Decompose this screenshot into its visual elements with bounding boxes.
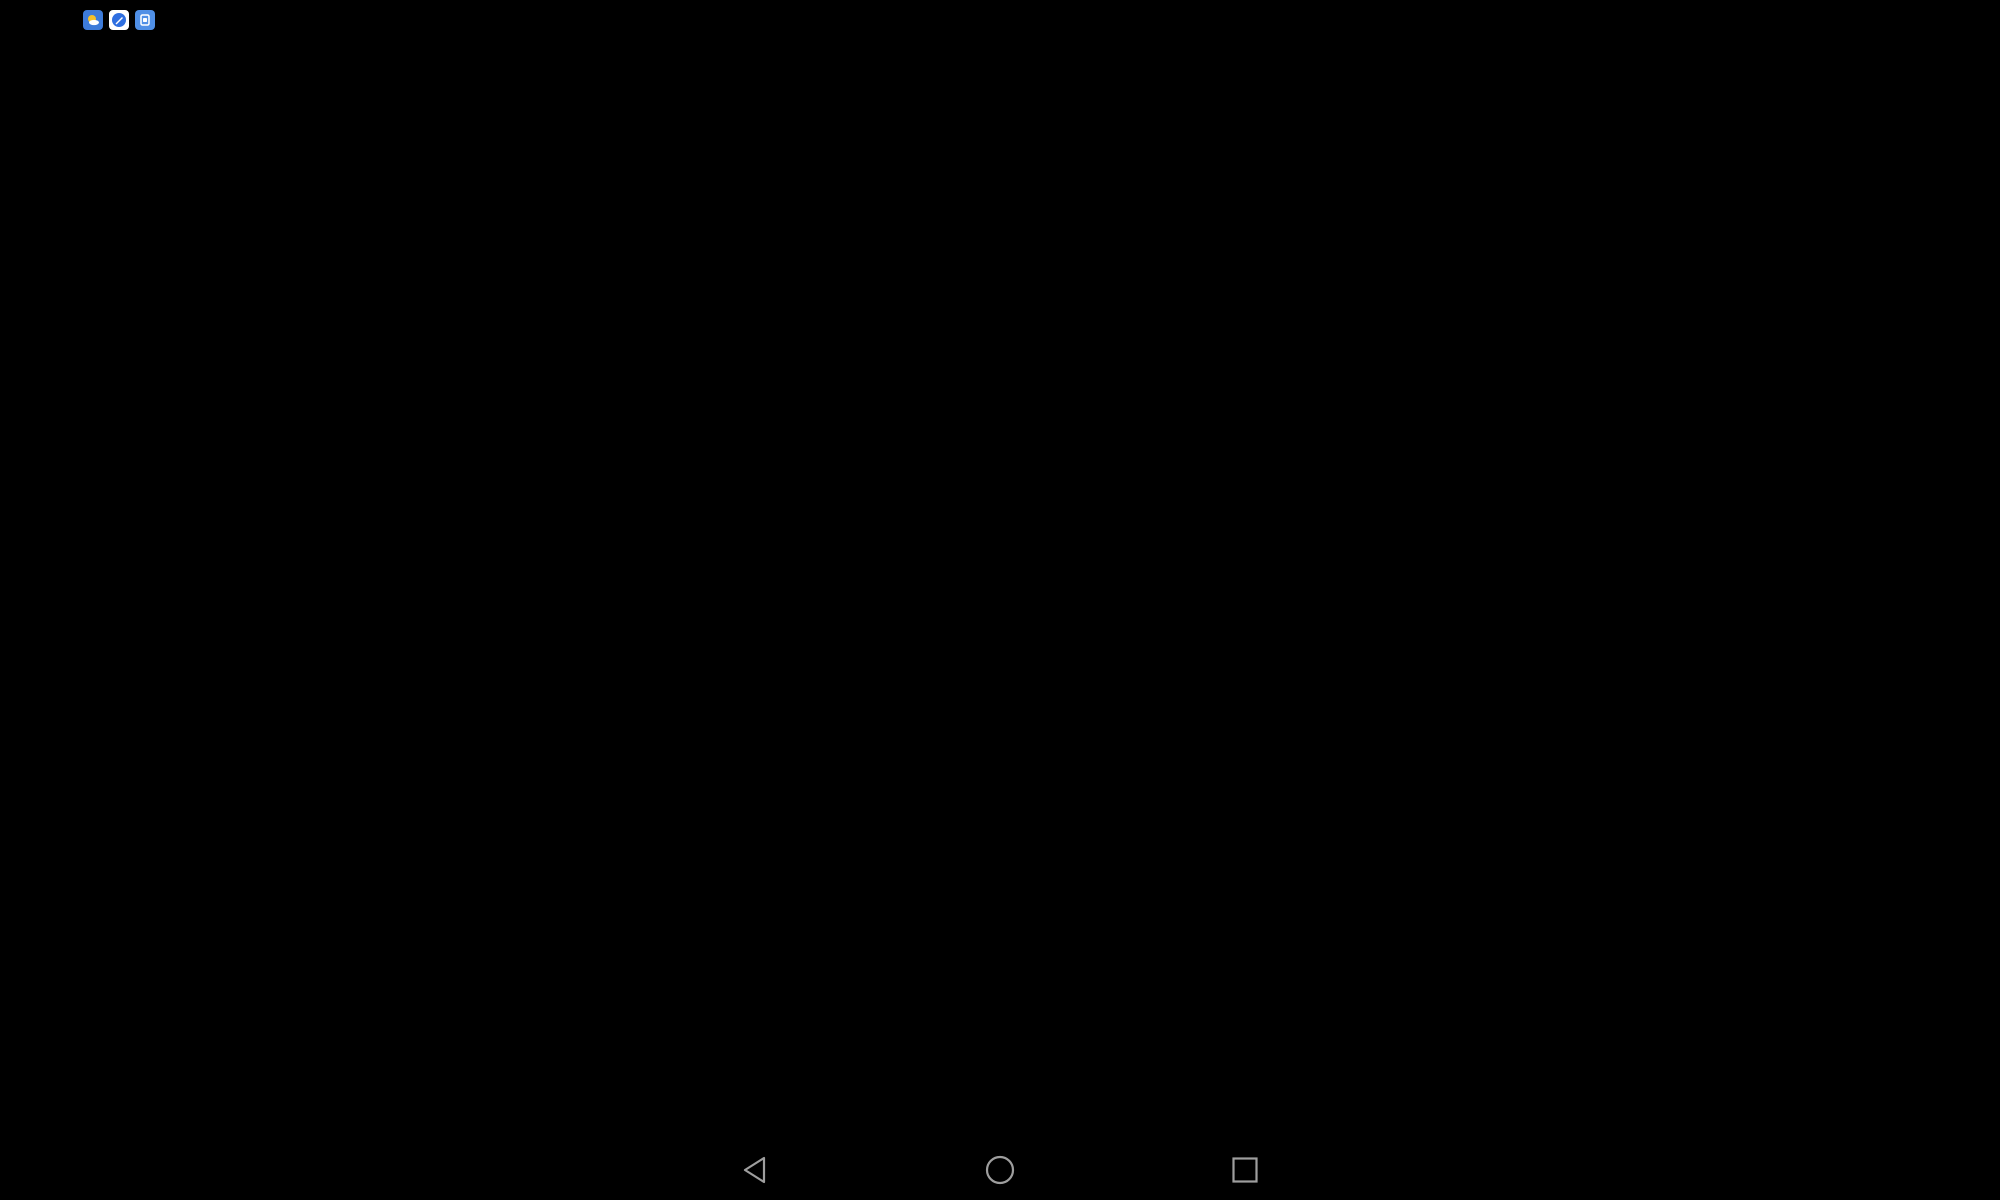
device-screen — [0, 0, 2000, 1200]
weather-icon — [83, 10, 103, 30]
home-button[interactable] — [980, 1150, 1020, 1190]
home-circle-icon — [985, 1155, 1015, 1185]
files-app-icon — [135, 10, 155, 30]
back-button[interactable] — [735, 1150, 775, 1190]
edit-app-icon — [109, 10, 129, 30]
navigation-bar — [0, 1140, 2000, 1200]
status-bar — [0, 0, 2000, 40]
recents-square-icon — [1232, 1157, 1258, 1183]
back-triangle-icon — [743, 1156, 766, 1184]
notification-icons — [83, 10, 155, 30]
recents-button[interactable] — [1225, 1150, 1265, 1190]
